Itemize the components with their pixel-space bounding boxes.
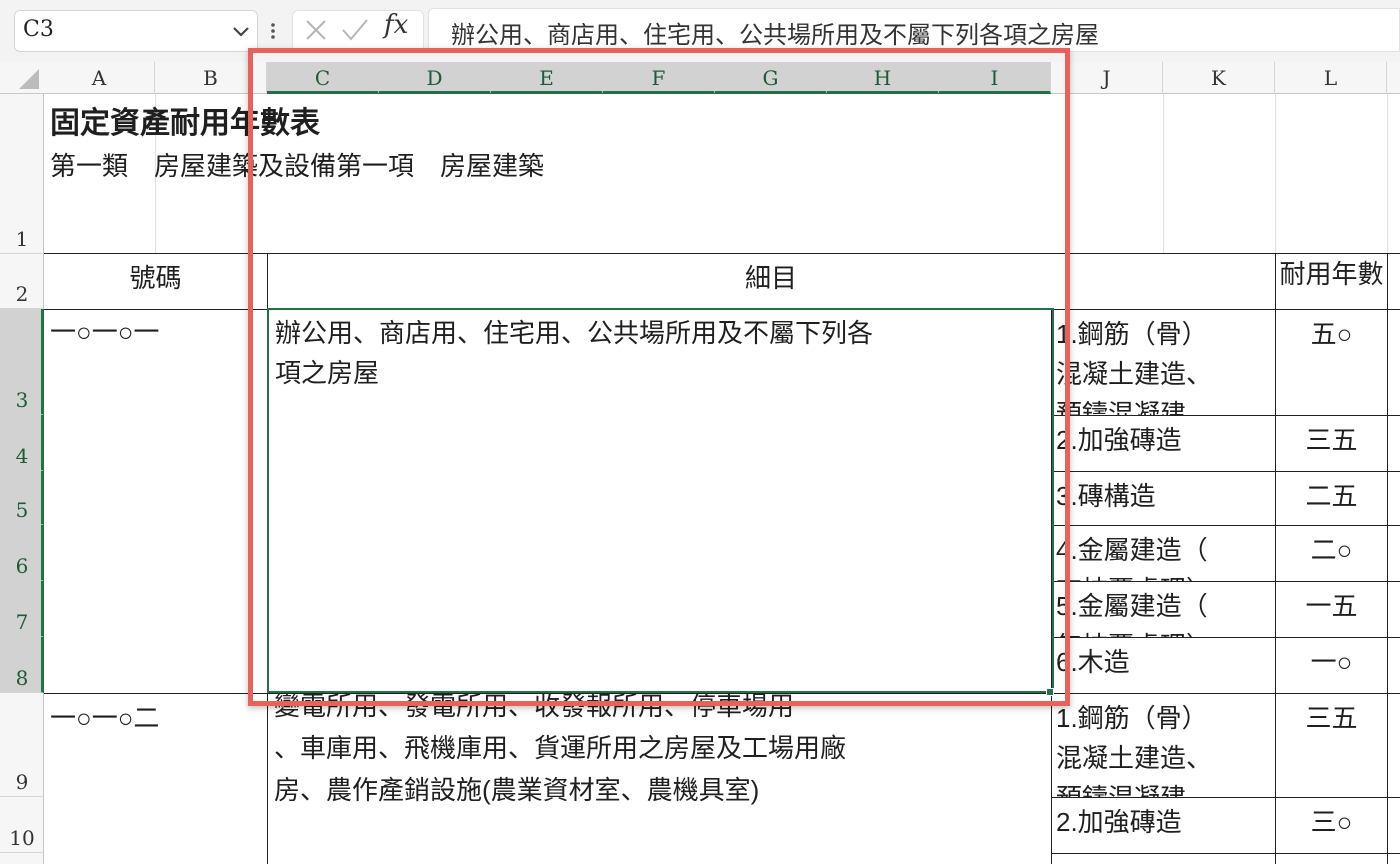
type-line: 2.加強磚造 [1056,425,1182,455]
cancel-icon[interactable] [302,16,330,44]
column-header-l[interactable]: L [1275,62,1387,94]
years-cell-partial[interactable]: 二五 [1276,854,1387,864]
detail-cell[interactable]: 變電所用、發電所用、收發報所用、停車場用 、車庫用、飛機庫用、貨運所用之房屋及工… [268,694,1051,864]
type-line: 5.金屬建造（ [1056,591,1208,621]
row-header-5[interactable]: 5 [0,471,44,525]
more-options-icon[interactable] [268,16,278,46]
column-header-a[interactable]: A [44,62,155,94]
row-header-9[interactable]: 9 [0,693,44,797]
row-number: 7 [15,610,29,634]
code-cell[interactable]: 一○一○一 [50,312,159,349]
type-line: 有披覆處理） [1056,570,1212,581]
years-cell[interactable]: 二○ [1276,530,1387,567]
type-line: 混凝土建造、 [1056,359,1213,389]
row-number: 1 [15,227,29,251]
chevron-down-icon[interactable] [229,19,253,43]
header-years-cell[interactable]: 耐用年數 [1276,254,1387,309]
type-cell[interactable]: 4.金屬建造（ 有披覆處理） [1052,526,1275,581]
type-line: 1.鋼筋（骨） [1056,319,1208,349]
row-header-3[interactable]: 3 [0,309,44,415]
select-all-icon [19,69,39,89]
years-cell[interactable]: 三○ [1276,802,1387,839]
row-number: 3 [15,388,29,412]
row-header-bar: 1 2 3 4 5 6 7 8 9 10 [0,94,44,864]
row-header-7[interactable]: 7 [0,581,44,637]
border-line [1387,253,1388,864]
column-header-k[interactable]: K [1163,62,1275,94]
row-number: 6 [15,554,29,578]
type-cell[interactable]: 2.加強磚造 [1052,798,1275,853]
formula-text: 辦公用、商店用、住宅用、公共場所用及不屬下列各項之房屋 [451,22,1099,49]
years-cell[interactable]: 一五 [1276,586,1387,623]
gridline [1387,94,1388,253]
years-cell[interactable]: 二五 [1276,476,1387,513]
type-line: 2.加強磚造 [1056,807,1182,837]
years-value: 二五 [1276,858,1387,864]
row-header-2[interactable]: 2 [0,254,44,309]
detail-cell-line: 房、農作產銷設施(農業資材室、農機具室) [274,775,760,805]
type-cell[interactable]: 5.金屬建造（ 無披覆處理） [1052,582,1275,637]
row-header-6[interactable]: 6 [0,525,44,581]
years-cell[interactable]: 五○ [1276,314,1387,351]
type-line: 4.金屬建造（ [1056,535,1208,565]
row-number: 10 [9,826,35,850]
highlight-box [248,48,1070,706]
type-cell[interactable]: 3.磚構造 [1052,472,1275,525]
type-line: 3.磚構造 [1056,481,1156,511]
name-box[interactable]: C3 [14,10,258,52]
years-cell[interactable]: 一○ [1276,642,1387,679]
type-line: 3.磚構造 [1056,858,1156,864]
code-cell[interactable]: 一○一○二 [50,698,159,735]
detail-cell-line: 、車庫用、飛機庫用、貨運所用之房屋及工場用廠 [274,733,847,763]
row-header-1[interactable]: 1 [0,94,44,254]
row-number: 2 [15,282,29,306]
type-line: 混凝土建造、 [1056,743,1213,773]
insert-function-icon[interactable]: fx [384,10,408,40]
row-number: 4 [15,444,29,468]
gridline [1163,94,1164,253]
type-cell[interactable]: 6.木造 [1052,638,1275,693]
row-number: 8 [15,666,29,690]
name-box-value: C3 [23,17,54,42]
type-line: 無披覆處理） [1056,626,1212,637]
row-number: 5 [15,498,29,522]
row-header-10[interactable]: 10 [0,797,44,853]
select-all-corner[interactable] [0,62,44,94]
row-header-4[interactable]: 4 [0,415,44,471]
type-cell[interactable]: 1.鋼筋（骨） 混凝土建造、 預鑄混凝建 [1052,694,1275,797]
gridline [1275,94,1276,253]
type-line: 1.鋼筋（骨） [1056,703,1208,733]
enter-check-icon[interactable] [340,16,370,44]
header-years: 耐用年數 [1279,259,1384,289]
type-cell[interactable]: 2.加強磚造 [1052,416,1275,471]
type-line: 預鑄混凝建 [1056,399,1187,415]
type-cell[interactable]: 3.磚構造 [1052,854,1275,864]
years-cell[interactable]: 三五 [1276,698,1387,735]
type-cell[interactable]: 1.鋼筋（骨） 混凝土建造、 預鑄混凝建 [1052,310,1275,415]
header-code[interactable]: 號碼 [44,258,267,295]
row-number: 9 [15,770,29,794]
type-line: 預鑄混凝建 [1056,778,1186,797]
row-header-8[interactable]: 8 [0,637,44,693]
years-cell[interactable]: 三五 [1276,420,1387,457]
formula-input[interactable]: 辦公用、商店用、住宅用、公共場所用及不屬下列各項之房屋 [428,8,1400,52]
